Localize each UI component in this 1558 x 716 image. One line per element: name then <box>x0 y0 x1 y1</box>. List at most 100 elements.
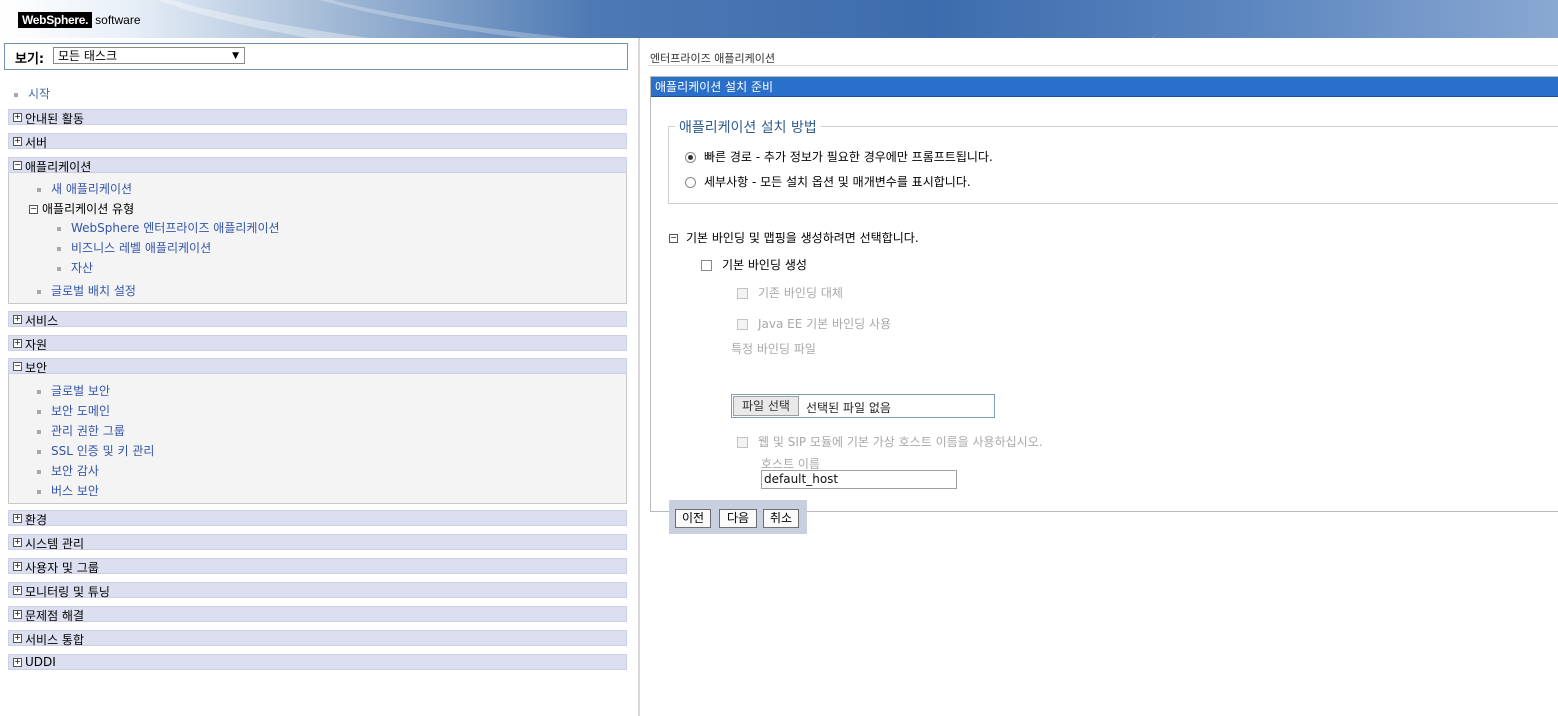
checkbox-javaee-bindings[interactable]: Java EE 기본 바인딩 사용 <box>737 315 891 332</box>
nav-link-security-audit[interactable]: 보안 감사 <box>37 462 99 479</box>
nav-link-assets[interactable]: 자산 <box>57 259 93 276</box>
collapse-icon: − <box>13 160 22 170</box>
nav-link-admin-groups[interactable]: 관리 권한 그룹 <box>37 422 125 439</box>
no-file-selected-text: 선택된 파일 없음 <box>806 401 891 415</box>
nav-link-label: 보안 감사 <box>51 464 99 478</box>
nav-section-resources[interactable]: + 자원 <box>8 335 627 352</box>
install-method-legend: 애플리케이션 설치 방법 <box>675 117 821 137</box>
nav-section-monitoring[interactable]: + 모니터링 및 튜닝 <box>8 582 627 599</box>
binding-file-input[interactable]: 파일 선택 선택된 파일 없음 <box>731 394 995 418</box>
binding-section-label: 기본 바인딩 및 맵핑을 생성하려면 선택합니다. <box>686 231 919 245</box>
expand-icon: + <box>13 537 22 547</box>
nav-link-global-deployment[interactable]: 글로벌 배치 설정 <box>37 282 136 299</box>
nav-link-business-level-apps[interactable]: 비즈니스 레벨 애플리케이션 <box>57 239 211 256</box>
nav-link-label: 비즈니스 레벨 애플리케이션 <box>71 241 212 255</box>
nav-section-label: 모니터링 및 튜닝 <box>25 585 110 599</box>
bullet-icon <box>37 187 41 192</box>
nav-link-start[interactable]: 시작 <box>14 85 50 102</box>
nav-group-app-types[interactable]: − 애플리케이션 유형 <box>29 200 134 217</box>
collapse-icon: − <box>13 361 22 371</box>
host-name-input[interactable]: default_host <box>761 470 957 489</box>
checkbox-label: 웹 및 SIP 모듈에 기본 가상 호스트 이름을 사용하십시오. <box>758 435 1043 449</box>
radio-detailed[interactable]: 세부사항 - 모든 설치 옵션 및 매개변수를 표시합니다. <box>685 173 971 190</box>
expand-icon: + <box>13 633 22 643</box>
bullet-icon <box>37 449 41 454</box>
nav-link-bus-security[interactable]: 버스 보안 <box>37 482 99 499</box>
nav-section-uddi[interactable]: + UDDI <box>8 654 627 670</box>
view-select-value: 모든 태스크 <box>58 49 118 63</box>
specific-binding-file-label: 특정 바인딩 파일 <box>731 342 816 356</box>
security-panel: 글로벌 보안 보안 도메인 관리 권한 그룹 SSL 인증 및 키 관리 보안 … <box>8 374 627 504</box>
nav-group-label: 애플리케이션 유형 <box>42 202 135 216</box>
nav-section-label: 서비스 통합 <box>25 633 85 647</box>
checkbox-default-virtual-host[interactable]: 웹 및 SIP 모듈에 기본 가상 호스트 이름을 사용하십시오. <box>737 433 1043 450</box>
nav-section-label: 서비스 <box>25 314 59 328</box>
bullet-icon <box>37 289 41 294</box>
checkbox-generate-default-bindings[interactable]: 기본 바인딩 생성 <box>701 256 807 273</box>
nav-section-label: 문제점 해결 <box>25 609 85 623</box>
next-button[interactable]: 다음 <box>719 509 757 528</box>
nav-section-users-groups[interactable]: + 사용자 및 그룹 <box>8 558 627 575</box>
nav-section-label: 서버 <box>25 136 48 150</box>
collapse-icon: − <box>669 233 678 243</box>
dropdown-arrow-icon: ▼ <box>232 51 239 61</box>
breadcrumb[interactable]: 엔터프라이즈 애플리케이션 <box>650 50 775 66</box>
nav-section-services[interactable]: + 서비스 <box>8 311 627 328</box>
logo-brand: WebSphere. <box>18 11 93 28</box>
nav-link-label: SSL 인증 및 키 관리 <box>51 444 155 458</box>
nav-section-service-integration[interactable]: + 서비스 통합 <box>8 630 627 647</box>
nav-section-security[interactable]: − 보안 <box>8 358 627 375</box>
previous-button[interactable]: 이전 <box>675 509 711 528</box>
pane-divider[interactable] <box>638 38 640 716</box>
binding-section-toggle[interactable]: − 기본 바인딩 및 맵핑을 생성하려면 선택합니다. <box>669 229 919 246</box>
nav-link-label: 새 애플리케이션 <box>51 182 133 196</box>
nav-link-ssl[interactable]: SSL 인증 및 키 관리 <box>37 442 154 459</box>
applications-panel: 새 애플리케이션 − 애플리케이션 유형 WebSphere 엔터프라이즈 애플리… <box>8 173 627 304</box>
checkbox-label: Java EE 기본 바인딩 사용 <box>758 317 892 331</box>
checkbox-label: 기존 바인딩 대체 <box>758 286 843 300</box>
bullet-icon <box>37 389 41 394</box>
checkbox-icon <box>737 288 748 299</box>
checkbox-override-bindings[interactable]: 기존 바인딩 대체 <box>737 284 843 301</box>
nav-section-label: 시스템 관리 <box>25 537 85 551</box>
nav-section-environment[interactable]: + 환경 <box>8 510 627 527</box>
nav-section-applications[interactable]: − 애플리케이션 <box>8 157 627 174</box>
bullet-icon <box>37 469 41 474</box>
checkbox-icon <box>737 319 748 330</box>
nav-section-guided[interactable]: + 안내된 활동 <box>8 109 627 126</box>
expand-icon: + <box>13 338 22 348</box>
choose-file-button[interactable]: 파일 선택 <box>733 396 799 416</box>
nav-section-label: 환경 <box>25 513 48 527</box>
nav-link-label: 관리 권한 그룹 <box>51 424 125 438</box>
expand-icon: + <box>13 136 22 146</box>
nav-section-servers[interactable]: + 서버 <box>8 133 627 150</box>
button-bar: 이전 다음 취소 <box>669 500 807 534</box>
bullet-icon <box>57 246 61 251</box>
view-select[interactable]: 모든 태스크 ▼ <box>53 47 245 64</box>
checkbox-icon <box>701 260 712 271</box>
radio-unchecked-icon <box>685 177 696 188</box>
top-banner: WebSphere. software <box>0 0 1558 38</box>
nav-link-security-domain[interactable]: 보안 도메인 <box>37 402 110 419</box>
expand-icon: + <box>13 561 22 571</box>
nav-link-label: WebSphere 엔터프라이즈 애플리케이션 <box>71 221 280 235</box>
nav-link-new-application[interactable]: 새 애플리케이션 <box>37 180 132 197</box>
cancel-button[interactable]: 취소 <box>763 509 799 528</box>
radio-fast-path[interactable]: 빠른 경로 - 추가 정보가 필요한 경우에만 프롬프트됩니다. <box>685 148 993 165</box>
expand-icon: + <box>13 657 22 667</box>
nav-section-troubleshooting[interactable]: + 문제점 해결 <box>8 606 627 623</box>
nav-link-websphere-enterprise-apps[interactable]: WebSphere 엔터프라이즈 애플리케이션 <box>57 219 280 236</box>
logo-subtitle: software <box>95 12 141 27</box>
install-prepare-box: 애플리케이션 설치 준비 애플리케이션 설치 방법 빠른 경로 - 추가 정보가… <box>650 76 1558 534</box>
bullet-icon <box>57 266 61 271</box>
nav-link-label: 글로벌 보안 <box>51 384 111 398</box>
nav-link-global-security[interactable]: 글로벌 보안 <box>37 382 110 399</box>
nav-section-system-admin[interactable]: + 시스템 관리 <box>8 534 627 551</box>
view-filter-bar: 보기: 모든 태스크 ▼ <box>4 43 628 70</box>
nav-link-label: 보안 도메인 <box>51 404 111 418</box>
bullet-icon <box>37 409 41 414</box>
nav-section-label: UDDI <box>25 655 56 669</box>
checkbox-icon <box>737 437 748 448</box>
radio-label: 빠른 경로 - 추가 정보가 필요한 경우에만 프롬프트됩니다. <box>704 150 993 164</box>
view-label: 보기: <box>15 52 45 67</box>
